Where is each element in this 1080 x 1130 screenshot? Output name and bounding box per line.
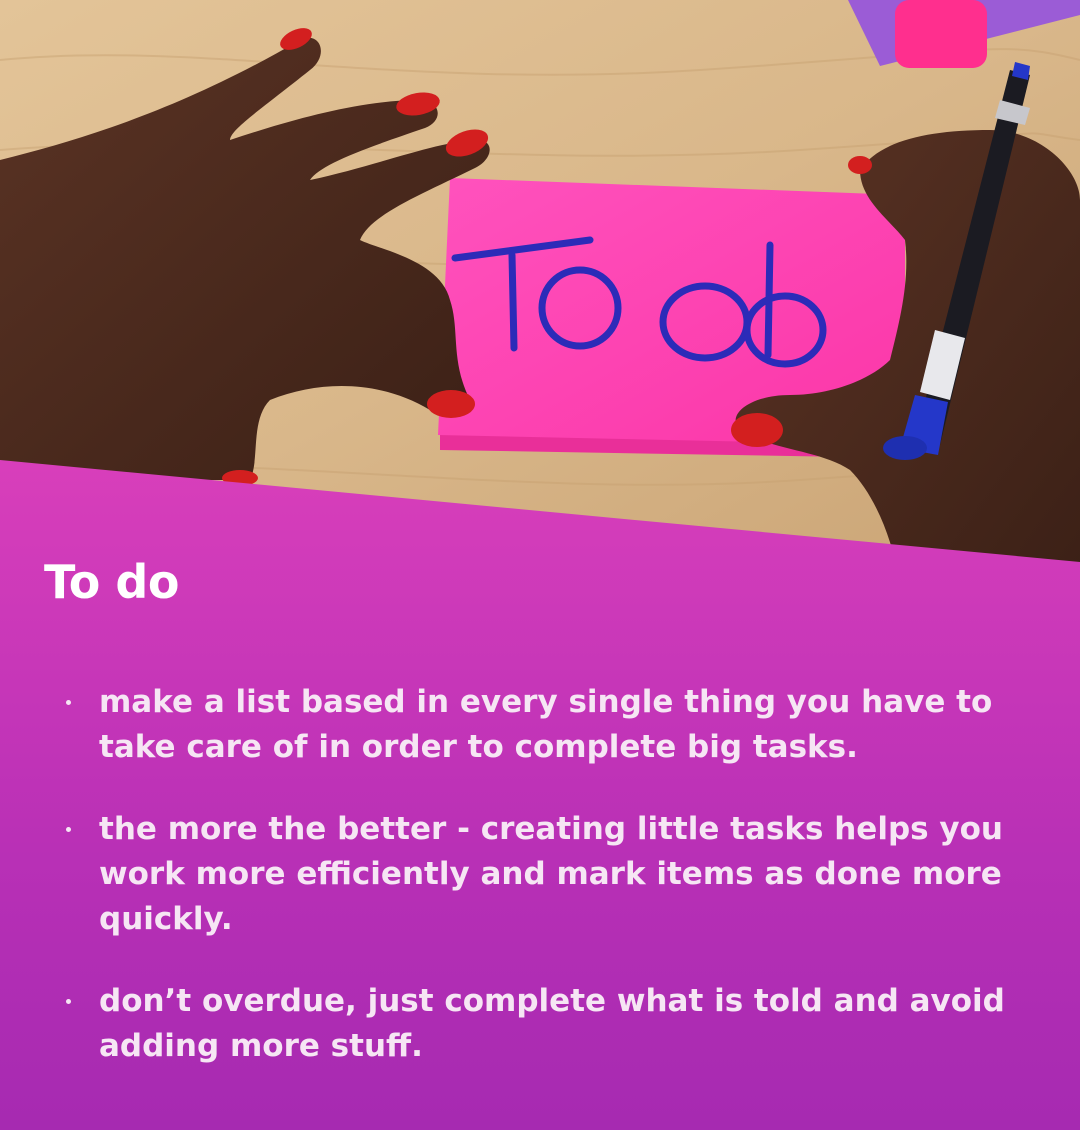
list-item-text: the more the better - creating little ta… [99, 811, 1003, 937]
bullet-list: make a list based in every single thing … [62, 680, 1052, 1106]
list-item: don’t overdue, just complete what is tol… [62, 979, 1052, 1069]
bullet-dot-icon [66, 700, 71, 705]
bullet-dot-icon [66, 999, 71, 1004]
list-item-text: make a list based in every single thing … [99, 684, 993, 765]
bullet-dot-icon [66, 827, 71, 832]
list-item-text: don’t overdue, just complete what is tol… [99, 983, 1005, 1064]
page-title: To do [44, 555, 179, 609]
list-item: the more the better - creating little ta… [62, 807, 1052, 942]
slide: To do make a list based in every single … [0, 0, 1080, 1130]
pink-highlighter [895, 0, 987, 68]
list-item: make a list based in every single thing … [62, 680, 1052, 770]
